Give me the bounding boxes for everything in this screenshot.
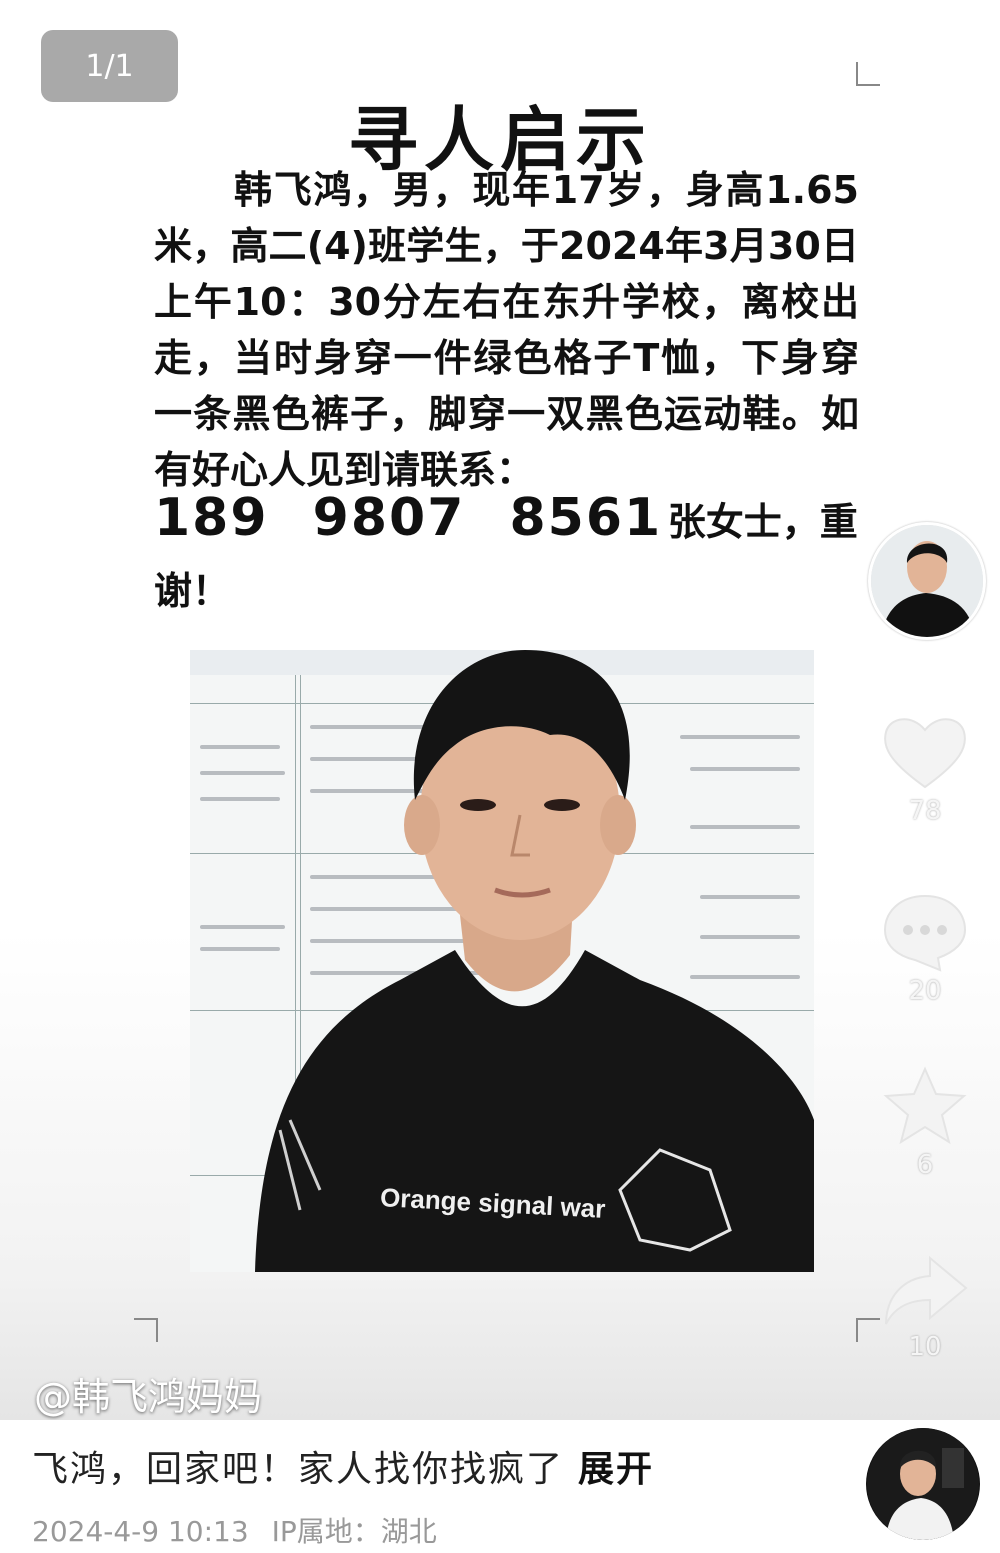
missing-person-photo: Orange signal war bbox=[190, 650, 814, 1272]
crop-corner-bottom-right bbox=[856, 1318, 880, 1342]
poster-body: 韩飞鸿，男，现年17岁，身高1.65米，高二(4)班学生，于2024年3月30日… bbox=[154, 168, 859, 492]
poster-contact-line: 189 9807 8561 张女士，重 bbox=[154, 488, 859, 548]
contact-phone: 189 9807 8561 bbox=[154, 488, 663, 548]
favorite-button[interactable]: 6 bbox=[880, 1066, 970, 1180]
favorite-count: 6 bbox=[916, 1150, 934, 1180]
star-icon bbox=[883, 1066, 967, 1145]
post-timestamp: 2024-4-9 10:13 bbox=[32, 1515, 249, 1548]
post-meta: 2024-4-9 10:13 IP属地：湖北 bbox=[32, 1510, 437, 1550]
expand-button[interactable]: 展开 bbox=[578, 1449, 654, 1490]
author-handle[interactable]: @韩飞鸿妈妈 bbox=[34, 1366, 262, 1421]
contact-name: 张女士，重 bbox=[667, 500, 858, 544]
share-button[interactable]: 10 bbox=[880, 1254, 970, 1362]
crop-corner-bottom-left bbox=[134, 1318, 158, 1342]
poster-thanks: 谢！ bbox=[154, 569, 231, 613]
author-avatar[interactable] bbox=[868, 522, 986, 640]
music-disc-avatar[interactable] bbox=[866, 1428, 980, 1540]
like-count: 78 bbox=[908, 796, 942, 826]
share-count: 10 bbox=[908, 1332, 942, 1362]
post-caption: 飞鸿，回家吧！家人找你找疯了 展开 bbox=[32, 1440, 654, 1492]
music-disc-icon bbox=[867, 1428, 979, 1540]
like-button[interactable]: 78 bbox=[880, 712, 970, 826]
heart-icon bbox=[884, 718, 966, 789]
comment-count: 20 bbox=[908, 976, 942, 1006]
avatar-image-icon bbox=[871, 525, 983, 637]
crop-corner-top-right bbox=[856, 62, 880, 86]
comment-button[interactable]: 20 bbox=[880, 890, 970, 1006]
caption-text: 飞鸿，回家吧！家人找你找疯了 bbox=[32, 1449, 565, 1490]
share-arrow-icon bbox=[885, 1255, 968, 1325]
comment-icon bbox=[883, 894, 967, 972]
person-illustration bbox=[255, 650, 814, 1272]
post-location: IP属地：湖北 bbox=[271, 1515, 437, 1548]
